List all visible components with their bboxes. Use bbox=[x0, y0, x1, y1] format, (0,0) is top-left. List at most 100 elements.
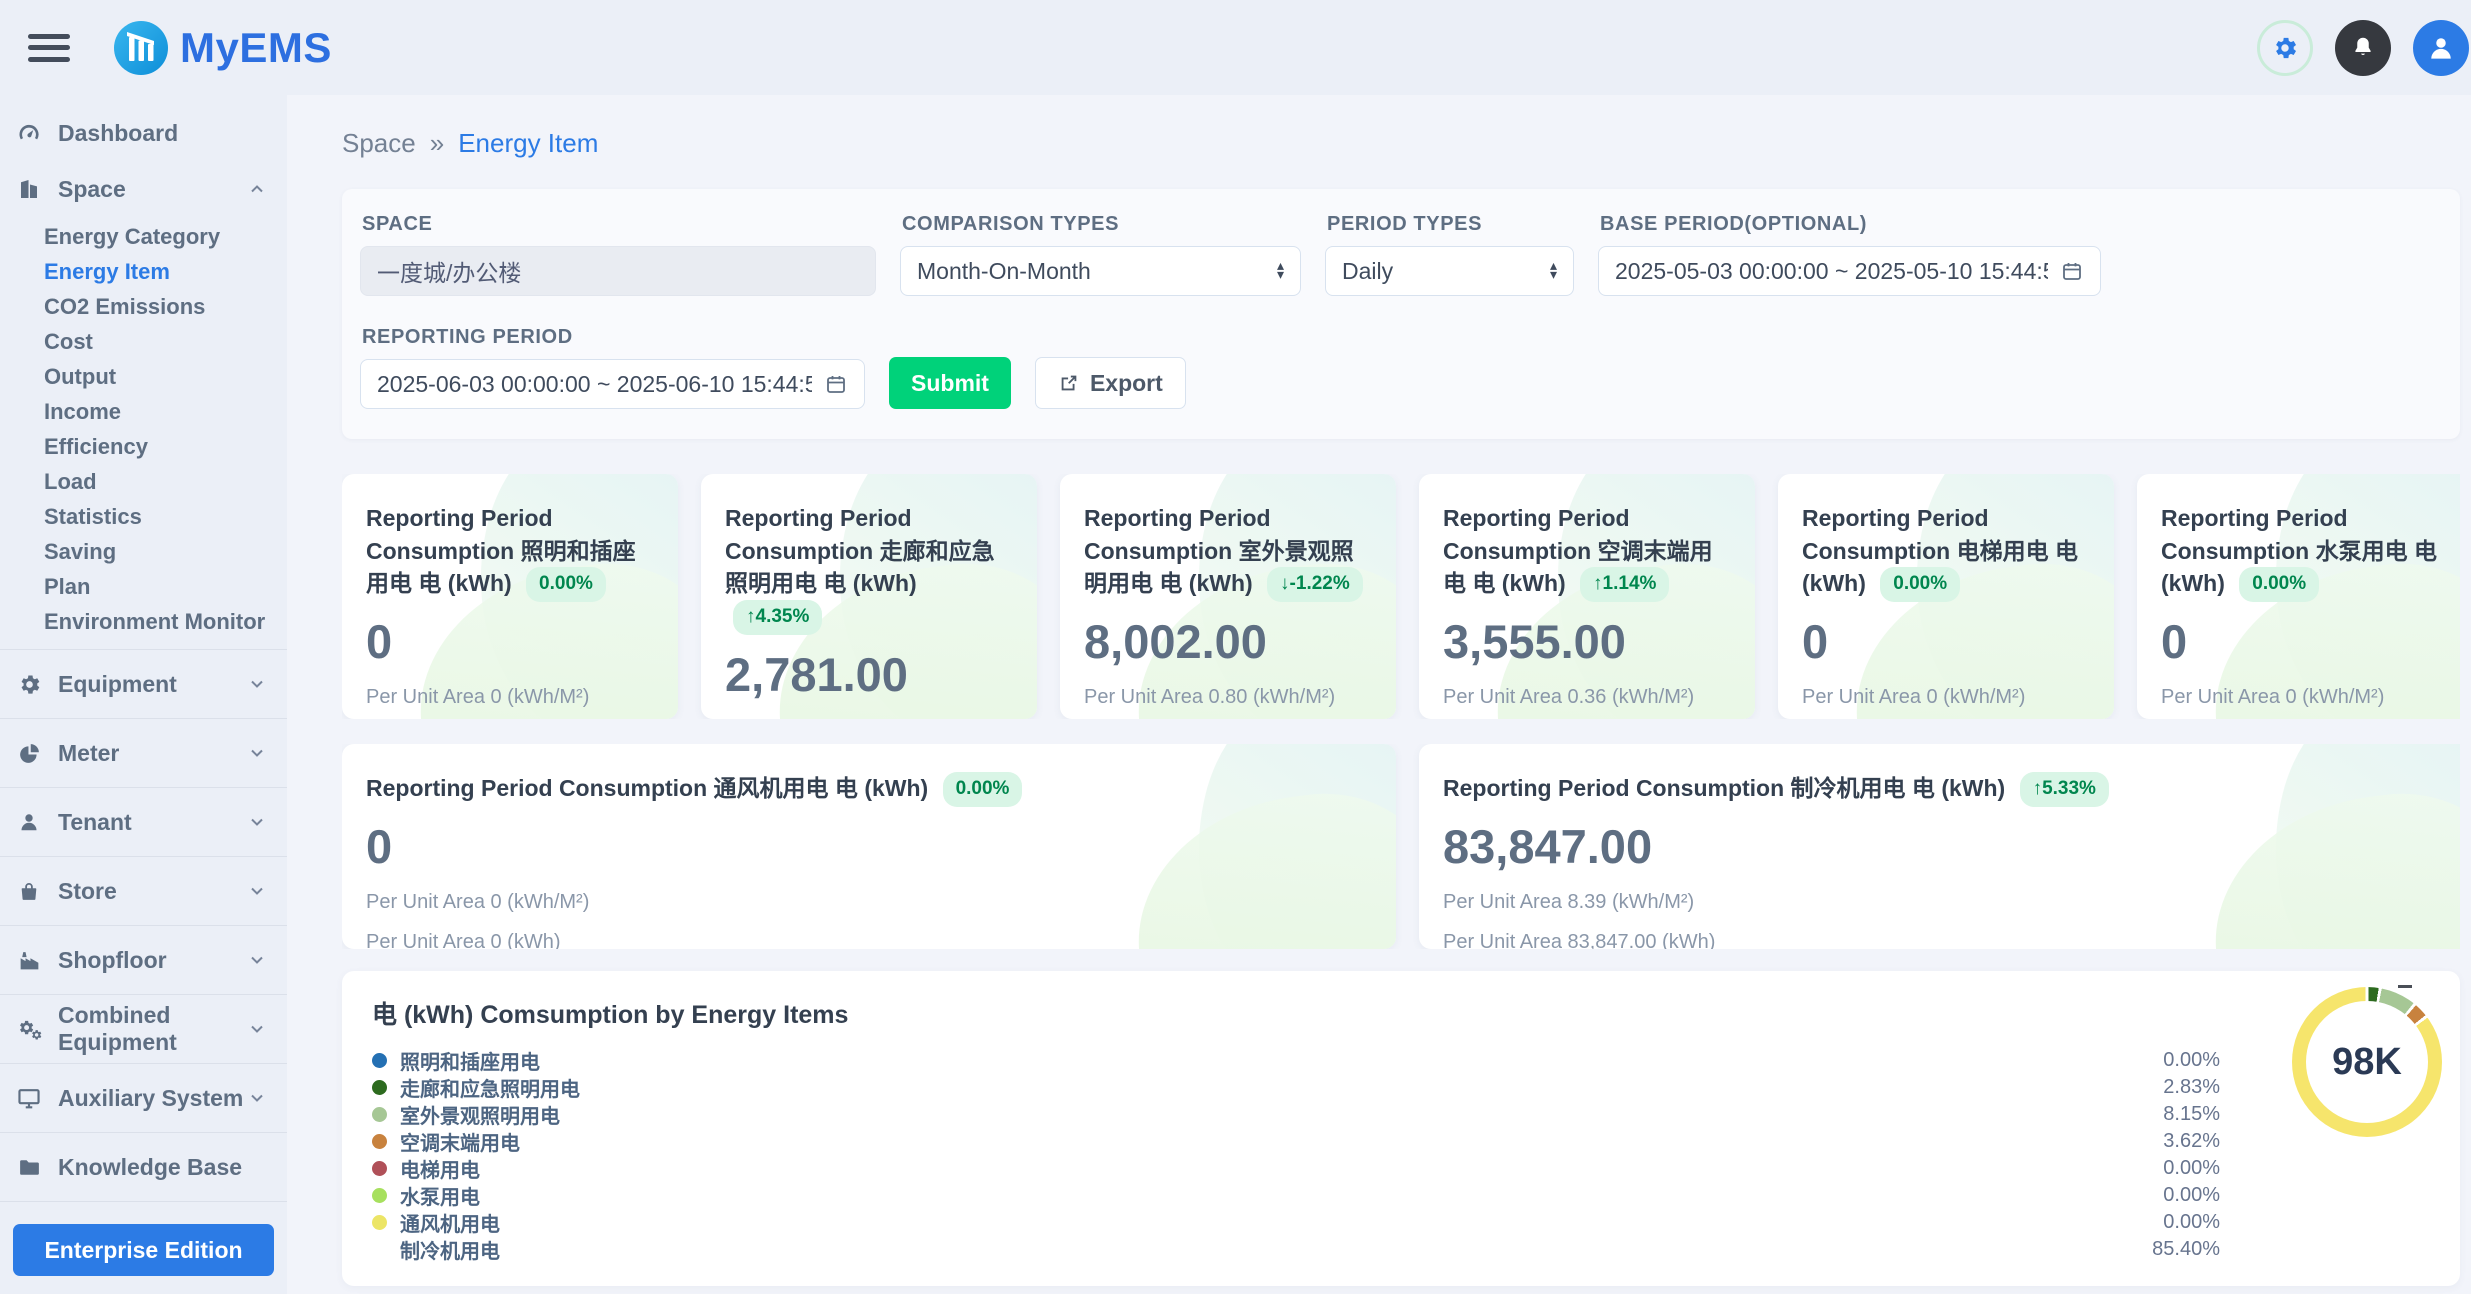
monitor-icon bbox=[14, 1085, 44, 1111]
sidebar-item-store[interactable]: Store bbox=[0, 857, 287, 925]
export-button[interactable]: Export bbox=[1035, 357, 1186, 409]
kpi-per-unit-area: Per Unit Area 83,847.00 (kWh) bbox=[1443, 931, 2449, 949]
kpi-value: 3,555.00 bbox=[1443, 614, 1731, 669]
breadcrumb-parent[interactable]: Space bbox=[342, 128, 416, 159]
legend-item[interactable]: 制冷机用电 85.40% bbox=[372, 1236, 2220, 1263]
enterprise-edition-button[interactable]: Enterprise Edition bbox=[13, 1224, 274, 1276]
sidebar-item-cost[interactable]: Cost bbox=[0, 324, 287, 359]
external-link-icon bbox=[1058, 372, 1080, 394]
gauge-icon bbox=[14, 120, 44, 146]
sidebar-item-saving[interactable]: Saving bbox=[0, 534, 287, 569]
legend-item[interactable]: 空调末端用电 3.62% bbox=[372, 1128, 2220, 1155]
sidebar-item-load[interactable]: Load bbox=[0, 464, 287, 499]
sidebar-item-statistics[interactable]: Statistics bbox=[0, 499, 287, 534]
reporting-period-input[interactable]: 2025-06-03 00:00:00 ~ 2025-06-10 15:44:5… bbox=[360, 359, 865, 409]
kpi-card: Reporting Period Consumption 制冷机用电 电 (kW… bbox=[1419, 744, 2460, 949]
sidebar-item-combined-equipment[interactable]: Combined Equipment bbox=[0, 995, 287, 1063]
sidebar-item-space[interactable]: Space bbox=[0, 161, 287, 217]
gear-icon bbox=[2271, 34, 2299, 62]
legend-item[interactable]: 照明和插座用电 0.00% bbox=[372, 1047, 2220, 1074]
chevron-down-icon bbox=[247, 812, 267, 832]
legend-percent: 0.00% bbox=[2163, 1184, 2220, 1207]
legend-item[interactable]: 电梯用电 0.00% bbox=[372, 1155, 2220, 1182]
legend-label: 水泵用电 bbox=[400, 1181, 480, 1210]
shopping-bag-icon bbox=[14, 879, 44, 903]
legend-dot bbox=[372, 1080, 387, 1095]
chart-legend: 照明和插座用电 0.00% 走廊和应急照明用电 2.83% 室外景观照明用电 8… bbox=[372, 1047, 2220, 1263]
breadcrumb: Space » Energy Item bbox=[342, 125, 2460, 161]
gears-icon bbox=[14, 1017, 44, 1042]
sidebar-item-plan[interactable]: Plan bbox=[0, 569, 287, 604]
base-period-label: BASE PERIOD(OPTIONAL) bbox=[1600, 213, 2101, 236]
sidebar-item-environment-monitor[interactable]: Environment Monitor bbox=[0, 604, 287, 639]
sidebar-item-output[interactable]: Output bbox=[0, 359, 287, 394]
sidebar-item-energy-item[interactable]: Energy Item bbox=[0, 254, 287, 289]
kpi-value: 2,781.00 bbox=[725, 647, 1013, 702]
hamburger-icon[interactable] bbox=[26, 32, 72, 64]
chevron-down-icon bbox=[247, 1088, 267, 1108]
legend-dot bbox=[372, 1161, 387, 1176]
legend-percent: 3.62% bbox=[2163, 1130, 2220, 1153]
legend-item[interactable]: 室外景观照明用电 8.15% bbox=[372, 1101, 2220, 1128]
factory-icon bbox=[14, 948, 44, 973]
kpi-per-unit-area-m2: Per Unit Area 0.80 (kWh/M²) bbox=[1084, 686, 1372, 709]
user-avatar[interactable] bbox=[2413, 20, 2469, 76]
select-arrows-icon: ▴▾ bbox=[1550, 262, 1557, 279]
brand-logo[interactable]: MyEMS bbox=[114, 21, 332, 75]
chevron-down-icon bbox=[247, 1019, 267, 1039]
sidebar-item-label: Tenant bbox=[58, 809, 132, 836]
legend-dot bbox=[372, 1242, 387, 1257]
space-input[interactable]: 一度城/办公楼 bbox=[360, 246, 876, 296]
period-types-select[interactable]: Daily ▴▾ bbox=[1325, 246, 1574, 296]
person-icon bbox=[2426, 33, 2456, 63]
kpi-change-badge: ↑5.33% bbox=[2020, 772, 2109, 807]
kpi-change-badge: ↓-1.22% bbox=[1267, 567, 1363, 602]
legend-percent: 0.00% bbox=[2163, 1049, 2220, 1072]
chevron-down-icon bbox=[247, 743, 267, 763]
legend-percent: 0.00% bbox=[2163, 1157, 2220, 1180]
legend-item[interactable]: 水泵用电 0.00% bbox=[372, 1182, 2220, 1209]
select-arrows-icon: ▴▾ bbox=[1277, 262, 1284, 279]
kpi-card: Reporting Period Consumption 照明和插座用电 电 (… bbox=[342, 474, 678, 719]
sidebar-item-label: Auxiliary System bbox=[58, 1085, 243, 1112]
pie-chart-icon bbox=[14, 741, 44, 766]
kpi-card: Reporting Period Consumption 走廊和应急照明用电 电… bbox=[701, 474, 1037, 719]
kpi-value: 0 bbox=[2161, 614, 2449, 669]
kpi-change-badge: 0.00% bbox=[526, 567, 606, 602]
notifications-button[interactable] bbox=[2335, 20, 2391, 76]
settings-button[interactable] bbox=[2257, 20, 2313, 76]
sidebar-item-label: Space bbox=[58, 176, 126, 203]
chart-title: 电 (kWh) Comsumption by Energy Items bbox=[372, 995, 2430, 1031]
chevron-down-icon bbox=[247, 950, 267, 970]
calendar-icon bbox=[824, 372, 848, 396]
sidebar-item-income[interactable]: Income bbox=[0, 394, 287, 429]
legend-label: 制冷机用电 bbox=[400, 1235, 500, 1264]
base-period-value: 2025-05-03 00:00:00 ~ 2025-05-10 15:44:5… bbox=[1615, 258, 2048, 285]
kpi-per-unit-area-m2: Per Unit Area 0 (kWh/M²) bbox=[366, 686, 654, 709]
legend-dot bbox=[372, 1053, 387, 1068]
comparison-types-select[interactable]: Month-On-Month ▴▾ bbox=[900, 246, 1301, 296]
kpi-value: 0 bbox=[1802, 614, 2090, 669]
sidebar-item-co2-emissions[interactable]: CO2 Emissions bbox=[0, 289, 287, 324]
kpi-per-unit-area-m2: Per Unit Area 0.36 (kWh/M²) bbox=[1443, 686, 1731, 709]
sidebar-item-efficiency[interactable]: Efficiency bbox=[0, 429, 287, 464]
chevron-down-icon bbox=[247, 674, 267, 694]
sidebar-item-meter[interactable]: Meter bbox=[0, 719, 287, 787]
kpi-per-unit-area-m2: Per Unit Area 8.39 (kWh/M²) bbox=[1443, 891, 2449, 914]
sidebar-item-shopfloor[interactable]: Shopfloor bbox=[0, 926, 287, 994]
submit-button[interactable]: Submit bbox=[889, 357, 1011, 409]
sidebar-item-dashboard[interactable]: Dashboard bbox=[0, 105, 287, 161]
base-period-input[interactable]: 2025-05-03 00:00:00 ~ 2025-05-10 15:44:5… bbox=[1598, 246, 2101, 296]
donut-chart: 98K bbox=[2292, 987, 2442, 1137]
kpi-per-unit-area-m2: Per Unit Area 0 (kWh/M²) bbox=[366, 891, 1372, 914]
legend-item[interactable]: 通风机用电 0.00% bbox=[372, 1209, 2220, 1236]
legend-item[interactable]: 走廊和应急照明用电 2.83% bbox=[372, 1074, 2220, 1101]
breadcrumb-current[interactable]: Energy Item bbox=[458, 128, 598, 159]
sidebar-item-knowledge-base[interactable]: Knowledge Base bbox=[0, 1133, 287, 1201]
sidebar-item-equipment[interactable]: Equipment bbox=[0, 650, 287, 718]
sidebar-item-energy-category[interactable]: Energy Category bbox=[0, 219, 287, 254]
legend-percent: 8.15% bbox=[2163, 1103, 2220, 1126]
sidebar-item-tenant[interactable]: Tenant bbox=[0, 788, 287, 856]
sidebar-item-auxiliary-system[interactable]: Auxiliary System bbox=[0, 1064, 287, 1132]
legend-dot bbox=[372, 1107, 387, 1122]
